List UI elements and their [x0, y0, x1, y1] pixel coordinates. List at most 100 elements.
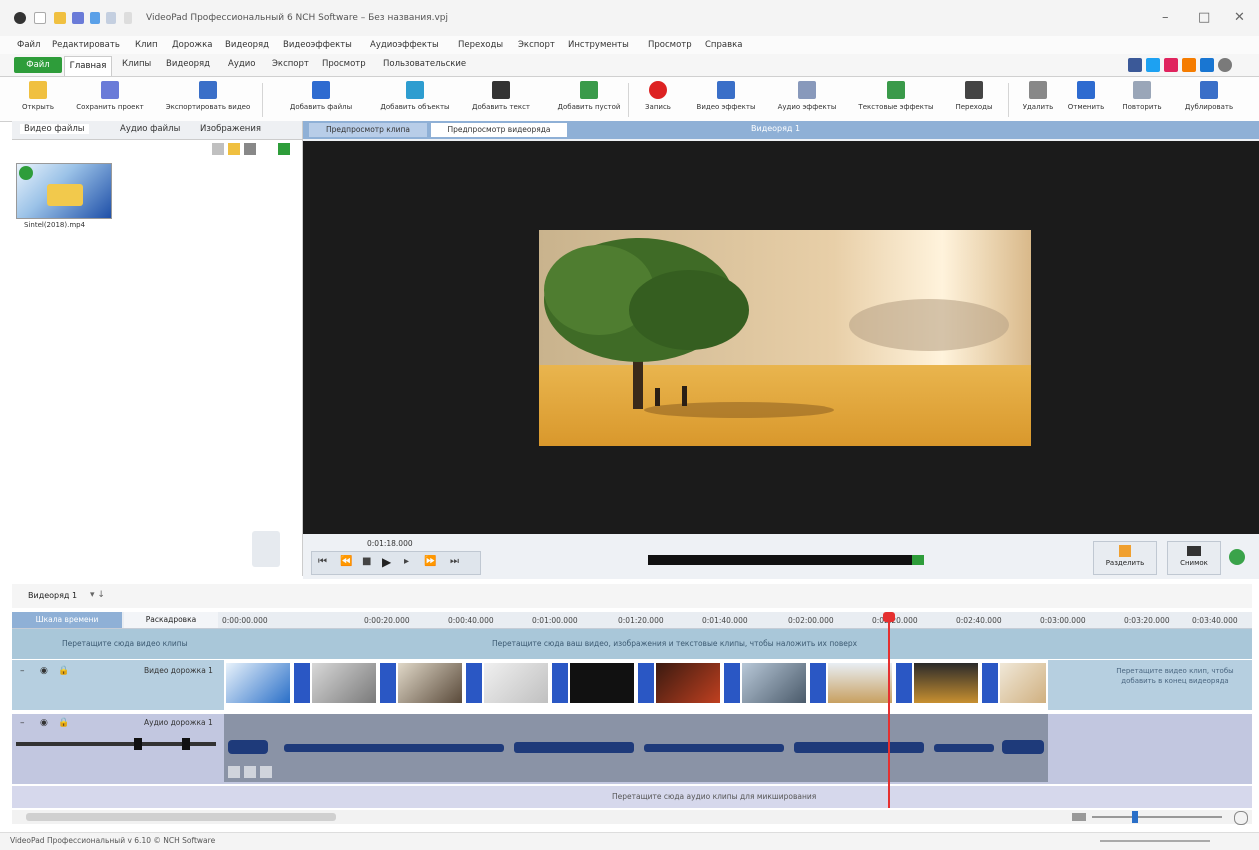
- tab-video-files[interactable]: Видео файлы: [20, 124, 89, 134]
- video-clip-strip[interactable]: [224, 660, 1048, 710]
- redo-button[interactable]: Повторить: [1118, 79, 1166, 119]
- undo-quick-icon[interactable]: [90, 12, 100, 24]
- undo-button[interactable]: Отменить: [1064, 79, 1108, 119]
- tab-clip-preview[interactable]: Предпросмотр клипа: [309, 123, 427, 137]
- playhead[interactable]: [883, 612, 895, 808]
- track-collapse-icon[interactable]: –: [20, 666, 25, 676]
- audio-track[interactable]: – ◉ 🔒 Аудио дорожка 1: [12, 714, 1252, 784]
- visibility-icon[interactable]: ◉: [40, 666, 48, 676]
- tab-custom[interactable]: Пользовательские: [383, 59, 466, 69]
- tab-file[interactable]: Файл: [14, 57, 62, 73]
- transitions-button[interactable]: Переходы: [950, 79, 998, 119]
- menu-item[interactable]: Справка: [705, 40, 742, 50]
- zoom-slider[interactable]: [1092, 811, 1222, 823]
- social-icon[interactable]: [1164, 58, 1178, 72]
- clip-thumbnail[interactable]: [226, 663, 290, 703]
- clip-thumbnail[interactable]: [484, 663, 548, 703]
- folder-button[interactable]: Открыть: [18, 79, 58, 119]
- tab-storyboard[interactable]: Раскадровка: [124, 612, 218, 628]
- skip-start-icon[interactable]: ⏮: [318, 556, 327, 567]
- zoom-in-icon[interactable]: [1234, 811, 1248, 825]
- tab-images[interactable]: Изображения: [200, 124, 261, 134]
- minimize-button[interactable]: –: [1162, 10, 1169, 25]
- audio-tool-icon[interactable]: [260, 766, 272, 778]
- menu-item[interactable]: Редактировать: [52, 40, 120, 50]
- fast-forward-icon[interactable]: ⏩: [424, 556, 436, 567]
- transition-marker[interactable]: [380, 663, 396, 703]
- fullscreen-icon[interactable]: [1229, 549, 1245, 565]
- skip-end-icon[interactable]: ⏭: [450, 556, 459, 567]
- menu-item[interactable]: Видеоряд: [225, 40, 269, 50]
- audio-effects-button[interactable]: Аудио эффекты: [772, 79, 842, 119]
- customize-quick-access-icon[interactable]: [124, 12, 132, 24]
- transition-marker[interactable]: [294, 663, 310, 703]
- maximize-button[interactable]: □: [1198, 10, 1210, 25]
- save-project-icon[interactable]: [72, 12, 84, 24]
- volume-handle[interactable]: [134, 738, 142, 750]
- zoom-out-icon[interactable]: [1072, 813, 1086, 821]
- sequence-tab[interactable]: Видеоряд 1: [28, 591, 77, 600]
- linkedin-icon[interactable]: [1200, 58, 1214, 72]
- step-forward-icon[interactable]: ▸: [404, 556, 409, 567]
- tab-audio-files[interactable]: Аудио файлы: [120, 124, 180, 134]
- audio-tool-icon[interactable]: [244, 766, 256, 778]
- tab-clips[interactable]: Клипы: [122, 59, 151, 69]
- media-thumbnail[interactable]: [16, 163, 112, 219]
- balance-handle[interactable]: [182, 738, 190, 750]
- transition-marker[interactable]: [982, 663, 998, 703]
- menu-item[interactable]: Переходы: [458, 40, 503, 50]
- add-files-button[interactable]: Добавить файлы: [278, 79, 364, 119]
- menu-item[interactable]: Экспорт: [518, 40, 555, 50]
- duplicate-button[interactable]: Дублировать: [1176, 79, 1242, 119]
- video-effects-button[interactable]: Видео эффекты: [690, 79, 762, 119]
- horizontal-scrollbar[interactable]: [26, 813, 336, 821]
- clip-thumbnail[interactable]: [1000, 663, 1046, 703]
- transition-marker[interactable]: [724, 663, 740, 703]
- facebook-icon[interactable]: [1128, 58, 1142, 72]
- delete-button[interactable]: Удалить: [1018, 79, 1058, 119]
- add-blank-button[interactable]: Добавить пустой: [548, 79, 630, 119]
- playhead-handle[interactable]: [883, 612, 895, 622]
- new-project-icon[interactable]: [34, 12, 46, 24]
- sort-icon[interactable]: [244, 143, 256, 155]
- audio-tool-icon[interactable]: [228, 766, 240, 778]
- tab-sequence-preview[interactable]: Предпросмотр видеоряда: [431, 123, 567, 137]
- menu-item[interactable]: Аудиоэффекты: [370, 40, 439, 50]
- tab-sequence[interactable]: Видеоряд: [166, 59, 210, 69]
- transition-marker[interactable]: [638, 663, 654, 703]
- audio-collapse-icon[interactable]: –: [20, 718, 25, 728]
- open-project-icon[interactable]: [54, 12, 66, 24]
- settings-icon[interactable]: [278, 143, 290, 155]
- twitter-icon[interactable]: [1146, 58, 1160, 72]
- transition-marker[interactable]: [896, 663, 912, 703]
- menu-item[interactable]: Инструменты: [568, 40, 629, 50]
- video-preview[interactable]: [303, 141, 1259, 534]
- menu-item[interactable]: Клип: [135, 40, 158, 50]
- export-button[interactable]: Экспортировать видео: [160, 79, 256, 119]
- text-effects-button[interactable]: Текстовые эффекты: [850, 79, 942, 119]
- clip-thumbnail[interactable]: [828, 663, 892, 703]
- scrub-bar[interactable]: [648, 555, 924, 565]
- clip-thumbnail[interactable]: [656, 663, 720, 703]
- save-button[interactable]: Сохранить проект: [68, 79, 152, 119]
- menu-item[interactable]: Дорожка: [172, 40, 212, 50]
- tab-home[interactable]: Главная: [64, 56, 112, 76]
- tab-audio[interactable]: Аудио: [228, 59, 255, 69]
- split-button[interactable]: Разделить: [1093, 541, 1157, 575]
- add-folder-icon[interactable]: [228, 143, 240, 155]
- add-objects-button[interactable]: Добавить объекты: [372, 79, 458, 119]
- audio-lock-icon[interactable]: 🔒: [58, 718, 69, 728]
- redo-quick-icon[interactable]: [106, 12, 116, 24]
- time-ruler[interactable]: Шкала времени Раскадровка 0:00:00.000 0:…: [12, 612, 1252, 629]
- volume-slider[interactable]: [16, 738, 216, 750]
- play-icon[interactable]: ▶: [382, 555, 391, 569]
- add-text-button[interactable]: Добавить текст: [466, 79, 536, 119]
- record-button[interactable]: Запись: [640, 79, 676, 119]
- transition-marker[interactable]: [466, 663, 482, 703]
- mute-icon[interactable]: ◉: [40, 718, 48, 728]
- clip-thumbnail[interactable]: [398, 663, 462, 703]
- rewind-icon[interactable]: ⏪: [340, 556, 352, 567]
- view-list-icon[interactable]: [212, 143, 224, 155]
- overlay-track[interactable]: Перетащите сюда видео клипы Перетащите с…: [12, 629, 1252, 659]
- tab-view[interactable]: Просмотр: [322, 59, 366, 69]
